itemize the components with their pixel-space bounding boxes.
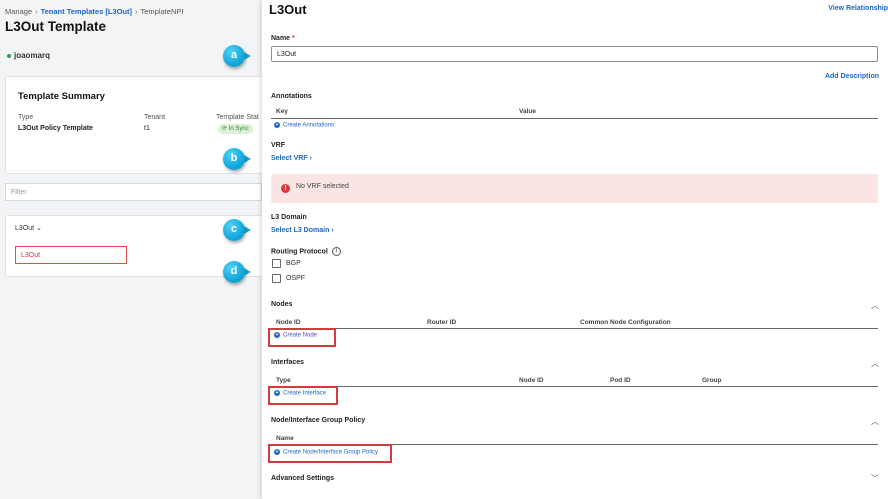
template-page: Manage › Tenant Templates [L3Out] › Template… [0, 0, 264, 499]
type-value: L3Out Policy Template [18, 125, 93, 132]
advanced-settings-label[interactable]: Advanced Settings [271, 475, 334, 482]
page-title: L3Out Template [5, 19, 107, 34]
error-icon: ! [281, 184, 290, 193]
ospf-checkbox[interactable] [272, 274, 281, 283]
template-summary-title: Template Summary [18, 91, 105, 102]
callout-label: d [223, 261, 245, 283]
type-header: Type [18, 114, 34, 121]
username: joaomarq [14, 51, 51, 60]
select-l3-domain-label: Select L3 Domain [271, 227, 330, 234]
callout-b: b [223, 148, 251, 170]
breadcrumb-tenant-templates[interactable]: Tenant Templates [L3Out] [41, 7, 132, 16]
interfaces-col-node-id: Node ID [519, 377, 544, 384]
divider [271, 386, 878, 387]
add-description-link[interactable]: Add Description [825, 73, 879, 80]
callout-label: c [223, 219, 245, 241]
routing-protocol-text: Routing Protocol [271, 248, 328, 256]
group-policy-col-name: Name [276, 435, 294, 442]
breadcrumb-separator-icon: › [135, 7, 138, 16]
status-header: Template Stat [216, 114, 259, 121]
chevron-right-icon: › [331, 227, 334, 234]
callout-a: a [223, 45, 251, 67]
select-vrf-link[interactable]: Select VRF › [271, 155, 312, 162]
interfaces-col-type: Type [276, 377, 291, 384]
interfaces-col-pod-id: Pod ID [610, 377, 631, 384]
name-label: Name * [271, 35, 295, 42]
callout-label: b [223, 148, 245, 170]
breadcrumb-template-npi: TemplateNPI [140, 7, 184, 16]
collapse-chevron-up-icon[interactable]: ︿ [871, 300, 879, 311]
breadcrumb-separator-icon: › [35, 7, 38, 16]
breadcrumb: Manage › Tenant Templates [L3Out] › Template… [5, 7, 183, 16]
callout-d: d [223, 261, 251, 283]
drawer-title: L3Out [269, 2, 307, 17]
group-policy-section-label: Node/Interface Group Policy [271, 417, 366, 424]
annotations-label: Annotations [271, 93, 312, 100]
callout-label: a [223, 45, 245, 67]
required-mark: * [292, 35, 295, 42]
bgp-checkbox[interactable] [272, 259, 281, 268]
l3-domain-label: L3 Domain [271, 214, 307, 221]
divider [271, 118, 878, 119]
nodes-col-common-config: Common Node Configuration [580, 319, 671, 326]
status-badge: ⟳ In Sync [218, 124, 253, 134]
l3out-drawer: L3Out View Relationship Name * L3Out Add… [262, 0, 888, 499]
select-vrf-label: Select VRF [271, 155, 308, 162]
user-status: joaomarq [7, 51, 50, 60]
chevron-down-icon: ⌄ [36, 225, 42, 232]
interfaces-col-group: Group [702, 377, 722, 384]
annotations-col-key: Key [276, 108, 288, 115]
routing-protocol-label: Routing Protocol i [271, 247, 341, 256]
info-icon[interactable]: i [331, 247, 341, 256]
vrf-error-text: No VRF selected [296, 183, 349, 190]
chevron-right-icon: › [309, 155, 312, 162]
name-input[interactable]: L3Out [271, 46, 878, 62]
collapse-chevron-up-icon[interactable]: ︿ [871, 358, 879, 369]
divider [271, 328, 878, 329]
nodes-section-label: Nodes [271, 301, 293, 308]
interfaces-section-label: Interfaces [271, 359, 305, 366]
collapse-chevron-up-icon[interactable]: ︿ [871, 416, 879, 427]
name-label-text: Name [271, 35, 291, 42]
vrf-label: VRF [271, 142, 285, 149]
view-relationship-link[interactable]: View Relationship [828, 5, 888, 12]
highlight-box [268, 386, 338, 405]
l3out-dropdown-label: L3Out [15, 225, 35, 232]
tenant-value: t1 [144, 125, 150, 132]
expand-chevron-down-icon[interactable]: ﹀ [871, 473, 879, 484]
create-annotations-label: Create Annotations [283, 122, 335, 129]
nodes-col-router-id: Router ID [427, 319, 457, 326]
filter-input[interactable]: Filter [5, 183, 262, 201]
plus-icon: + [274, 122, 280, 128]
breadcrumb-manage[interactable]: Manage [5, 7, 32, 16]
annotations-col-value: Value [519, 108, 536, 115]
status-badge-label: In Sync [228, 126, 249, 132]
ospf-label: OSPF [286, 275, 306, 282]
l3out-dropdown[interactable]: L3Out ⌄ [15, 224, 42, 232]
highlight-box [268, 328, 336, 347]
highlight-box [268, 444, 392, 463]
l3out-item[interactable]: L3Out [15, 246, 127, 264]
callout-c: c [223, 219, 251, 241]
create-annotations-button[interactable]: + Create Annotations [274, 122, 334, 129]
select-l3-domain-link[interactable]: Select L3 Domain › [271, 227, 334, 234]
nodes-col-node-id: Node ID [276, 319, 301, 326]
tenant-header: Tenant [144, 114, 166, 121]
status-dot-icon [7, 53, 11, 58]
vrf-error-alert: ! No VRF selected [271, 174, 878, 203]
bgp-label: BGP [286, 260, 301, 267]
